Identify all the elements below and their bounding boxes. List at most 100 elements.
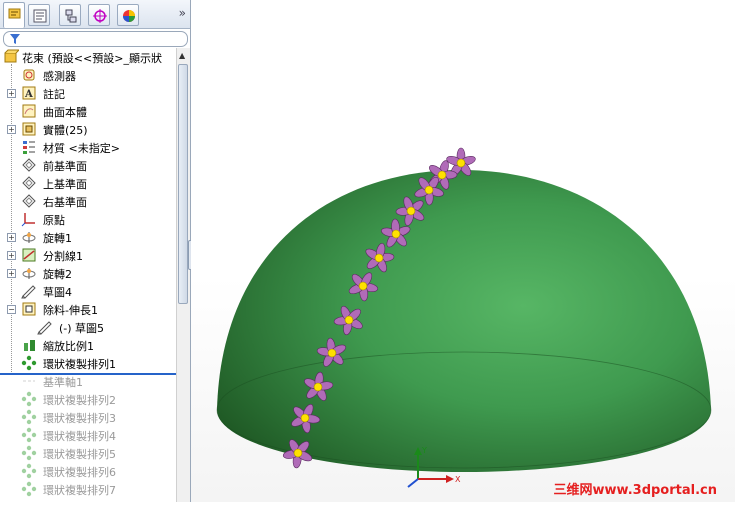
tree-item[interactable]: + 旋轉1	[0, 228, 176, 246]
tree-item-label: 曲面本體	[43, 106, 87, 119]
graphics-viewport[interactable]: Y X 三维网www.3dportal.cn	[191, 0, 735, 502]
circular-pattern-icon	[21, 409, 37, 425]
tree-item[interactable]: 感測器	[0, 66, 176, 84]
tree-item-label: (-) 草圖5	[59, 322, 105, 335]
svg-text:A: A	[24, 89, 33, 100]
tree-filter-input[interactable]	[3, 31, 188, 47]
configuration-manager-tab[interactable]	[59, 4, 81, 26]
tree-item-label: 環狀複製排列5	[43, 448, 116, 461]
tree-item-label: 環狀複製排列6	[43, 466, 116, 479]
tree-item[interactable]: 上基準面	[0, 174, 176, 192]
tree-item[interactable]: + A 註記	[0, 84, 176, 102]
dimxpert-manager-tab[interactable]	[88, 4, 110, 26]
triad-x-label: X	[455, 475, 461, 484]
tree-item[interactable]: 曲面本體	[0, 102, 176, 120]
split-line-icon	[22, 248, 36, 262]
tree-item-label: 分割線1	[43, 250, 83, 263]
feature-manager-panel: » 花束 (預設<<預設>_顯示狀 感測器 + A 註記曲面本體 + 實體(25) 材質 <…	[0, 0, 191, 502]
display-manager-tab[interactable]	[117, 4, 139, 26]
expand-toggle[interactable]: +	[7, 89, 16, 98]
coordinate-triad: Y X	[404, 445, 464, 493]
plane-icon	[22, 194, 36, 208]
circular-pattern-icon	[21, 391, 37, 407]
surface-bodies-icon	[22, 104, 36, 118]
display-manager-icon	[123, 10, 135, 22]
circular-pattern-icon	[21, 355, 37, 371]
scroll-up-arrow-icon[interactable]: ▲	[179, 51, 185, 60]
circular-pattern-icon	[21, 445, 37, 461]
circular-pattern-icon	[21, 463, 37, 479]
tree-item-label: 縮放比例1	[43, 340, 94, 353]
tree-item-label: 環狀複製排列3	[43, 412, 116, 425]
plane-icon	[22, 158, 36, 172]
tree-item[interactable]: (-) 草圖5	[0, 318, 176, 336]
triad-y-label: Y	[421, 446, 427, 455]
feature-manager-tab[interactable]	[3, 2, 25, 28]
model-view	[216, 147, 712, 472]
scale-icon	[24, 340, 35, 351]
tree-item[interactable]: 右基準面	[0, 192, 176, 210]
tree-item[interactable]: 環狀複製排列3	[0, 408, 176, 426]
sketch-icon	[21, 285, 36, 299]
part-icon	[4, 49, 19, 63]
tree-root[interactable]: 花束 (預設<<預設>_顯示狀	[0, 48, 176, 66]
revolve-icon	[22, 232, 36, 243]
axis-icon	[23, 380, 35, 382]
tree-item[interactable]: 環狀複製排列1	[0, 354, 176, 372]
tree-root-label: 花束 (預設<<預設>_顯示狀	[22, 52, 162, 65]
tree-item-label: 環狀複製排列4	[43, 430, 116, 443]
tree-item[interactable]: 環狀複製排列4	[0, 426, 176, 444]
tree-item[interactable]: 草圖4	[0, 282, 176, 300]
expand-toggle[interactable]: +	[7, 251, 16, 260]
tree-item-label: 前基準面	[43, 160, 87, 173]
tree-item[interactable]: − 除料-伸長1	[0, 300, 176, 318]
filter-icon	[10, 34, 20, 44]
tree-item-label: 註記	[43, 88, 65, 101]
rollback-bar[interactable]	[0, 373, 176, 375]
tree-item[interactable]: 縮放比例1	[0, 336, 176, 354]
property-manager-tab[interactable]	[28, 4, 50, 26]
tree-item[interactable]: 環狀複製排列5	[0, 444, 176, 462]
annotation-icon: A	[22, 86, 36, 100]
expand-panel-button[interactable]: »	[179, 6, 186, 20]
revolve-icon	[22, 268, 36, 279]
tree-item[interactable]: + 實體(25)	[0, 120, 176, 138]
tree-item-label: 實體(25)	[43, 124, 88, 137]
material-icon	[23, 141, 35, 154]
tree-item[interactable]: 環狀複製排列2	[0, 390, 176, 408]
tree-item-label: 原點	[43, 214, 65, 227]
tree-item-label: 旋轉1	[43, 232, 72, 245]
manager-tabs: »	[0, 0, 190, 29]
expand-toggle[interactable]: +	[7, 125, 16, 134]
dimxpert-icon	[93, 9, 107, 23]
tree-item[interactable]: + 分割線1	[0, 246, 176, 264]
plane-icon	[22, 176, 36, 190]
scrollbar-thumb[interactable]	[178, 64, 188, 304]
cut-extrude-icon	[22, 302, 36, 316]
tree-item-label: 旋轉2	[43, 268, 72, 281]
tree-item[interactable]: 前基準面	[0, 156, 176, 174]
tree-item[interactable]: 原點	[0, 210, 176, 228]
feature-tree: 花束 (預設<<預設>_顯示狀 感測器 + A 註記曲面本體 + 實體(25) 材質 <未指…	[0, 48, 176, 502]
circular-pattern-icon	[21, 427, 37, 443]
tree-scrollbar[interactable]: ▲	[176, 48, 190, 502]
expand-toggle[interactable]: +	[7, 233, 16, 242]
tree-item-label: 感測器	[43, 70, 76, 83]
tree-item[interactable]: 材質 <未指定>	[0, 138, 176, 156]
feature-tree-icon	[8, 8, 21, 19]
watermark-text: 三维网www.3dportal.cn	[553, 483, 717, 498]
sketch-icon	[37, 321, 52, 335]
tree-item[interactable]: 環狀複製排列7	[0, 480, 176, 498]
tree-item-label: 環狀複製排列1	[43, 358, 116, 371]
collapse-toggle[interactable]: −	[7, 305, 16, 314]
expand-toggle[interactable]: +	[7, 269, 16, 278]
tree-item-label: 材質 <未指定>	[43, 142, 120, 155]
tree-item-label: 草圖4	[43, 286, 72, 299]
origin-icon	[21, 213, 35, 227]
tree-item-label: 上基準面	[43, 178, 87, 191]
tree-item[interactable]: + 旋轉2	[0, 264, 176, 282]
property-manager-icon	[33, 9, 47, 23]
tree-item[interactable]: 環狀複製排列6	[0, 462, 176, 480]
solid-bodies-icon	[22, 122, 36, 136]
sensor-icon	[23, 69, 35, 81]
